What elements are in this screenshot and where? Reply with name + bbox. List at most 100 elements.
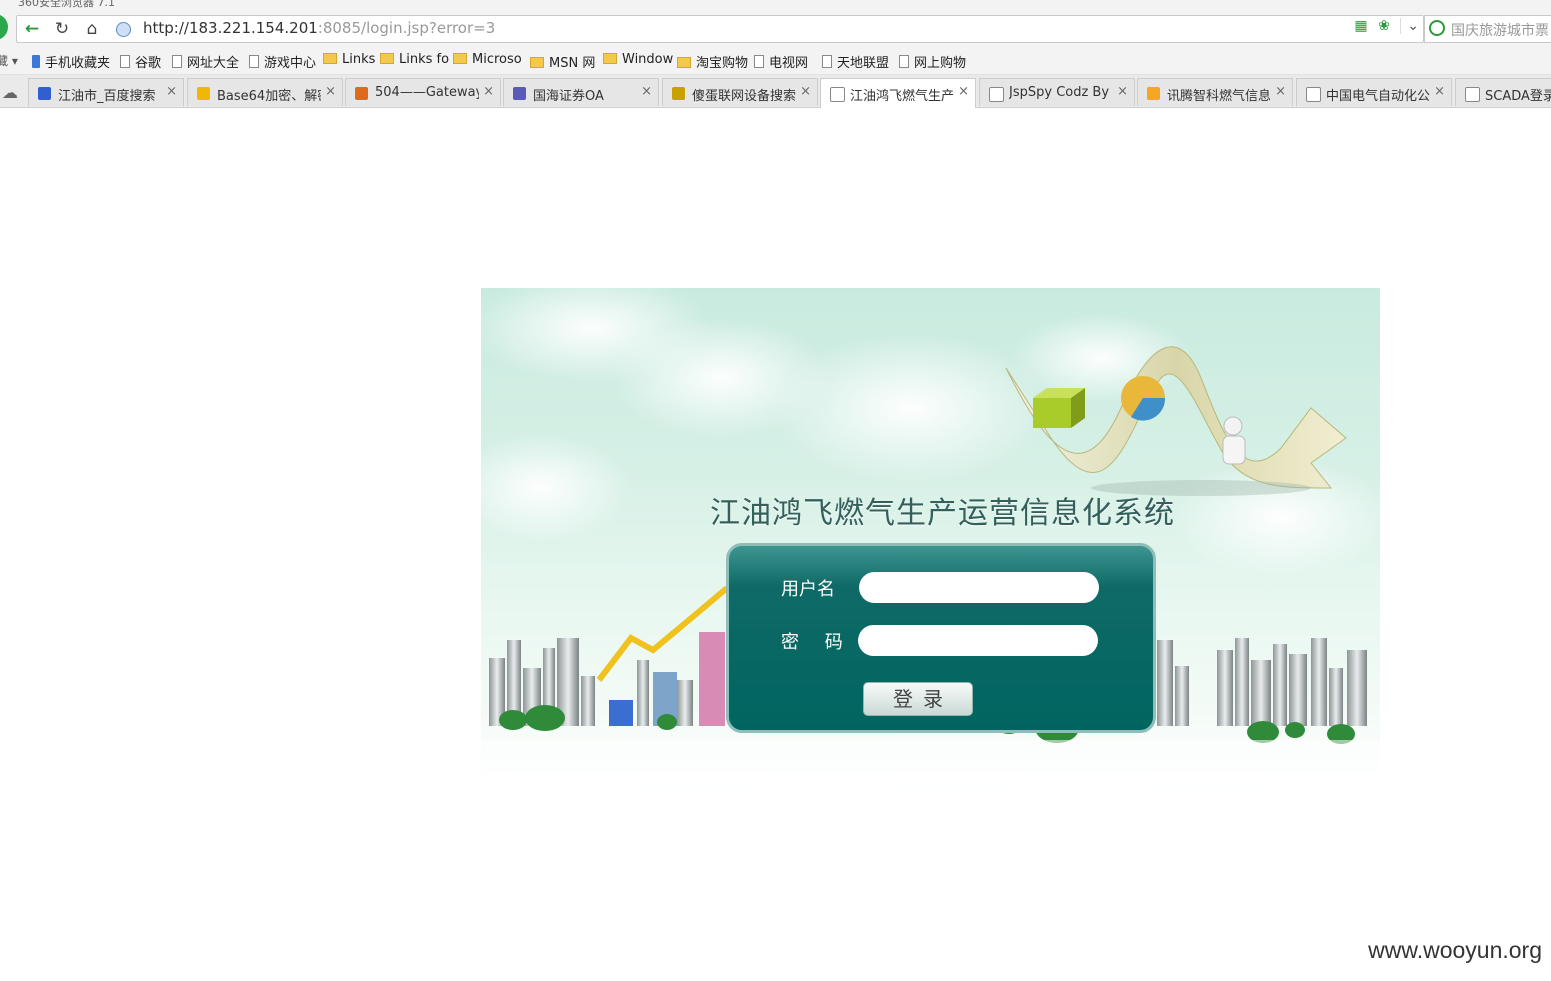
tab-label: JspSpy Codz By - <box>1009 85 1113 100</box>
bookmark-item[interactable]: 手机收藏夹 <box>32 52 110 71</box>
bookmark-item[interactable]: 谷歌 <box>120 52 161 71</box>
browser-tab[interactable]: SCADA登录 <box>1455 78 1551 106</box>
bookmark-item[interactable]: 网址大全 <box>172 52 239 71</box>
password-label: 密 码 <box>781 632 853 653</box>
bookmark-label: 谷歌 <box>135 56 162 71</box>
page-icon <box>754 55 764 68</box>
bookmark-label: 电视网 <box>769 56 809 71</box>
tab-favicon-icon <box>197 87 210 100</box>
browser-tab[interactable]: 504——Gateway × <box>345 78 501 106</box>
close-icon[interactable]: × <box>1275 84 1286 99</box>
username-input[interactable] <box>859 572 1099 603</box>
tab-favicon-icon <box>513 87 526 100</box>
window-titlebar: 360安全浏览器 7.1 <box>0 0 1551 10</box>
bookmark-label: MSN 网 <box>549 56 596 71</box>
mobile-icon <box>32 55 40 68</box>
tab-favicon-icon <box>355 87 368 100</box>
tab-label: 中国电气自动化公司 <box>1326 89 1430 104</box>
bookmark-label: 手机收藏夹 <box>45 56 111 71</box>
bookmark-label: 天地联盟 <box>837 56 890 71</box>
tab-label: 国海证券OA <box>533 89 604 104</box>
bookmark-label: Microso <box>472 52 522 67</box>
search-suggestion[interactable]: 国庆旅游城市票 <box>1451 20 1549 40</box>
login-button[interactable]: 登录 <box>863 682 973 716</box>
username-label: 用户名 <box>781 579 835 600</box>
bookmark-item[interactable]: 天地联盟 <box>822 52 889 71</box>
address-bar[interactable]: ← ↻ ⌂ http://183.221.154.201:8085/login.… <box>16 15 1424 43</box>
folder-icon <box>603 53 617 64</box>
login-form: 用户名 密 码 登录 <box>726 543 1156 733</box>
tab-favicon-icon <box>989 87 1004 102</box>
close-icon[interactable]: × <box>325 84 336 99</box>
bookmarks-menu-icon[interactable]: 藏 ▾ <box>0 52 18 69</box>
bookmark-label: 游戏中心 <box>264 56 317 71</box>
page-icon <box>899 55 909 68</box>
tab-strip: ☁ 江油市_百度搜索 × Base64加密、解密 × 504——Gateway × 国海证券… <box>0 75 1551 108</box>
folder-icon <box>530 57 544 68</box>
bookmark-item[interactable]: MSN 网 <box>530 52 595 71</box>
bookmark-item[interactable]: Window <box>603 52 673 67</box>
cloud-shape <box>771 333 1051 483</box>
reload-icon[interactable]: ↻ <box>49 18 75 40</box>
figure-head-shape <box>1223 416 1243 436</box>
close-icon[interactable]: × <box>958 84 969 99</box>
back-arrow-icon[interactable]: ← <box>19 18 45 40</box>
browser-tab[interactable]: 中国电气自动化公司 × <box>1296 78 1452 106</box>
browser-tab[interactable]: 江油市_百度搜索 × <box>28 78 184 106</box>
page-icon <box>120 55 130 68</box>
browser-tab[interactable]: Base64加密、解密 × <box>187 78 343 106</box>
search-icon <box>1429 20 1445 36</box>
tab-favicon-icon <box>1465 87 1480 102</box>
qr-code-icon[interactable]: ▦ <box>1354 18 1367 34</box>
bookmark-item[interactable]: Links fo <box>380 52 449 67</box>
browser-toolbar: ← ↻ ⌂ http://183.221.154.201:8085/login.… <box>0 10 1551 48</box>
tab-favicon-icon <box>1306 87 1321 102</box>
close-icon[interactable]: × <box>483 84 494 99</box>
reflection-shape <box>481 740 1380 804</box>
page-icon <box>822 55 832 68</box>
browser-tab[interactable]: JspSpy Codz By - × <box>979 78 1135 106</box>
browser-tab[interactable]: 讯腾智科燃气信息化 × <box>1137 78 1293 106</box>
bookmark-item[interactable]: Links <box>323 52 375 67</box>
watermark-text: www.wooyun.org <box>1368 937 1542 963</box>
tab-favicon-icon <box>1147 87 1160 100</box>
close-icon[interactable]: × <box>1434 84 1445 99</box>
right-skyline <box>1157 638 1367 726</box>
window-title: 360安全浏览器 7.1 <box>18 0 115 9</box>
folder-icon <box>380 53 394 64</box>
close-icon[interactable]: × <box>800 84 811 99</box>
chevron-down-icon[interactable]: ⌄ <box>1400 18 1419 34</box>
bookmark-label: Window <box>622 52 674 67</box>
search-box[interactable]: 国庆旅游城市票 <box>1424 15 1551 43</box>
bookmark-item[interactable]: Microso <box>453 52 522 67</box>
bookmark-item[interactable]: 游戏中心 <box>249 52 316 71</box>
bookmark-item[interactable]: 网上购物 <box>899 52 966 71</box>
system-title: 江油鸿飞燃气生产运营信息化系统 <box>710 496 1175 531</box>
browser-tab[interactable]: 傻蛋联网设备搜索引擎 × <box>662 78 818 106</box>
url-text[interactable]: http://183.221.154.201:8085/login.jsp?er… <box>143 19 495 37</box>
bookmark-item[interactable]: 电视网 <box>754 52 808 71</box>
tab-label: Base64加密、解密 <box>217 89 321 104</box>
home-icon[interactable]: ⌂ <box>79 18 105 40</box>
bookmark-label: Links fo <box>399 52 450 67</box>
password-input[interactable] <box>858 625 1098 656</box>
leaf-icon[interactable]: ❀ <box>1378 18 1390 34</box>
folder-icon <box>677 57 691 68</box>
tab-favicon-icon <box>38 87 51 100</box>
bar-shape <box>609 700 633 726</box>
page-icon <box>172 55 182 68</box>
close-icon[interactable]: × <box>641 84 652 99</box>
tab-active[interactable]: 江油鸿飞燃气生产运营 × <box>820 78 976 108</box>
bookmark-label: 网址大全 <box>187 56 240 71</box>
cloud-shape <box>481 433 631 543</box>
tab-label: 江油鸿飞燃气生产运营 <box>850 89 954 104</box>
close-icon[interactable]: × <box>1117 84 1128 99</box>
cloud-sync-icon[interactable]: ☁ <box>2 83 18 102</box>
browser-tab[interactable]: 国海证券OA × <box>503 78 659 106</box>
tab-label: SCADA登录 <box>1485 89 1551 104</box>
bookmark-item[interactable]: 淘宝购物 <box>677 52 748 71</box>
tab-label: 504——Gateway <box>375 85 479 100</box>
url-host: http://183.221.154.201 <box>143 19 318 37</box>
login-banner: 江油鸿飞燃气生产运营信息化系统 用户名 密 码 登录 <box>481 288 1380 804</box>
close-icon[interactable]: × <box>166 84 177 99</box>
